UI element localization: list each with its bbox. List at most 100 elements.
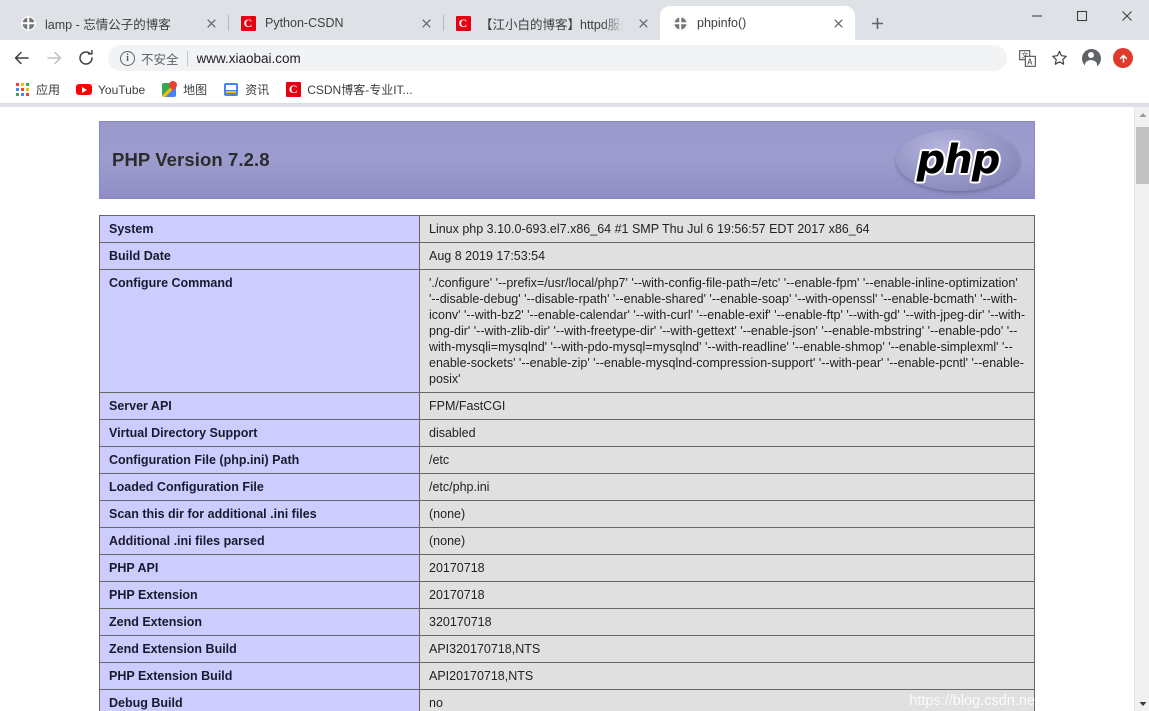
new-tab-button[interactable] [863, 9, 891, 37]
arrow-left-icon [14, 51, 29, 65]
row-key: Additional .ini files parsed [99, 527, 420, 555]
browser-toolbar: i 不安全 www.xiaobai.com 文 A [0, 40, 1149, 76]
close-icon [206, 18, 216, 28]
svg-text:A: A [1027, 57, 1033, 66]
bookmark-star-button[interactable] [1045, 44, 1073, 72]
row-value: /etc/php.ini [419, 473, 1035, 501]
row-value: API20170718,NTS [419, 662, 1035, 690]
row-key: Virtual Directory Support [99, 419, 420, 447]
maximize-button[interactable] [1059, 0, 1104, 32]
tab-title: Python-CSDN [265, 16, 344, 30]
bookmark-item-3[interactable]: 地图 [157, 79, 215, 101]
table-row: PHP Extension 20170718 [99, 581, 1035, 609]
chevron-down-icon [1139, 701, 1146, 706]
tab-1[interactable]: lamp - 忘情公子的博客 [8, 6, 228, 40]
row-value: disabled [419, 419, 1035, 447]
row-value: API320170718,NTS [419, 635, 1035, 663]
tab-title: lamp - 忘情公子的博客 [45, 17, 171, 32]
youtube-play [76, 84, 93, 95]
omnibox-divider [186, 50, 188, 66]
row-value: 320170718 [419, 608, 1035, 636]
row-key: Build Date [99, 242, 420, 270]
scrollbar-thumb[interactable] [1136, 127, 1149, 184]
reload-button[interactable] [72, 44, 100, 72]
grid-dots [15, 83, 29, 96]
php-logo: php [896, 127, 1020, 193]
security-label: 不安全 [141, 52, 179, 67]
scroll-up-button[interactable] [1135, 107, 1149, 122]
bookmark-label: 地图 [183, 83, 208, 97]
table-row: Configuration File (php.ini) Path/etc [99, 446, 1035, 474]
bookmark-item-5[interactable]: C CSDN博客-专业IT... [281, 79, 420, 101]
php-version-banner: PHP Version 7.2.8 php [99, 121, 1035, 199]
tab-close-button[interactable] [634, 14, 652, 32]
php-logo-text: php [916, 137, 1001, 183]
scroll-down-button[interactable] [1135, 696, 1149, 711]
table-row: Virtual Directory Support disabled [99, 419, 1035, 447]
tab-close-button[interactable] [829, 14, 847, 32]
globe-glyph [20, 15, 36, 31]
site-info-icon[interactable]: i [120, 50, 135, 66]
globe-icon [20, 15, 36, 31]
row-key: PHP Extension [99, 581, 420, 609]
close-icon [1121, 11, 1132, 21]
bookmark-item-1[interactable]: 应用 [10, 79, 68, 101]
csdn-glyph: C [455, 15, 471, 31]
address-bar[interactable]: i 不安全 www.xiaobai.com [108, 45, 1007, 71]
back-button[interactable] [8, 44, 36, 72]
url-text: www.xiaobai.com [196, 50, 301, 66]
update-menu-button[interactable] [1109, 44, 1137, 72]
phpinfo-table: System Linux php 3.10.0-693.el7.x86_64 #1… [99, 215, 1035, 711]
row-key: Debug Build [99, 689, 420, 711]
avatar-icon [1081, 48, 1101, 68]
row-value: /etc [419, 446, 1035, 474]
csdn-icon: C [240, 15, 256, 31]
row-key: Configuration File (php.ini) Path [99, 446, 420, 474]
php-version-title: PHP Version 7.2.8 [112, 149, 270, 170]
row-key: PHP API [99, 554, 420, 582]
plus-icon [871, 17, 883, 29]
row-key: Scan this dir for additional .ini files [99, 500, 420, 528]
minimize-icon [1031, 15, 1042, 17]
globe-glyph [672, 15, 688, 31]
tab-title: phpinfo() [697, 16, 747, 30]
table-row: Build Date Aug 8 2019 17:53:54 [99, 242, 1035, 270]
window-controls [1014, 0, 1149, 32]
star-icon [1051, 50, 1067, 65]
phpinfo-page: PHP Version 7.2.8 php System Linux php 3.… [0, 107, 1134, 711]
chevron-up-icon [1139, 112, 1146, 117]
page-scrollbar[interactable] [1134, 107, 1149, 711]
tab-3[interactable]: C 【江小白的博客】httpd服务_百 [443, 6, 660, 40]
tab-close-button[interactable] [202, 14, 220, 32]
table-row: PHP API 20170718 [99, 554, 1035, 582]
table-row: Configure Command './configure' '--prefix… [99, 269, 1035, 393]
profile-button[interactable] [1077, 44, 1105, 72]
tab-4[interactable]: phpinfo() [660, 6, 855, 40]
translate-button[interactable]: 文 A [1013, 44, 1041, 72]
row-value: 20170718 [419, 581, 1035, 609]
row-key: Server API [99, 392, 420, 420]
phpinfo-container: PHP Version 7.2.8 php System Linux php 3.… [99, 107, 1035, 711]
row-key: System [99, 215, 420, 243]
row-key: PHP Extension Build [99, 662, 420, 690]
youtube-icon [76, 82, 93, 98]
arrow-up-icon [1119, 54, 1127, 63]
translate-icon: 文 A [1018, 49, 1036, 67]
tab-2[interactable]: C Python-CSDN [228, 6, 443, 40]
row-value: no [419, 689, 1035, 711]
globe-icon [672, 15, 688, 31]
csdn-glyph: C [240, 15, 256, 31]
bookmark-label: 应用 [36, 83, 61, 97]
csdn-icon: C [285, 82, 301, 98]
close-button[interactable] [1104, 0, 1149, 32]
forward-button[interactable] [40, 44, 68, 72]
row-value: (none) [419, 527, 1035, 555]
row-key: Zend Extension Build [99, 635, 420, 663]
tab-close-button[interactable] [417, 14, 435, 32]
table-row: Scan this dir for additional .ini files(… [99, 500, 1035, 528]
minimize-button[interactable] [1014, 0, 1059, 32]
bookmark-item-4[interactable]: 资讯 [219, 79, 277, 101]
bookmark-item-2[interactable]: YouTube [72, 79, 153, 101]
csdn-glyph: C [285, 82, 301, 97]
apps-grid-icon [14, 82, 30, 98]
